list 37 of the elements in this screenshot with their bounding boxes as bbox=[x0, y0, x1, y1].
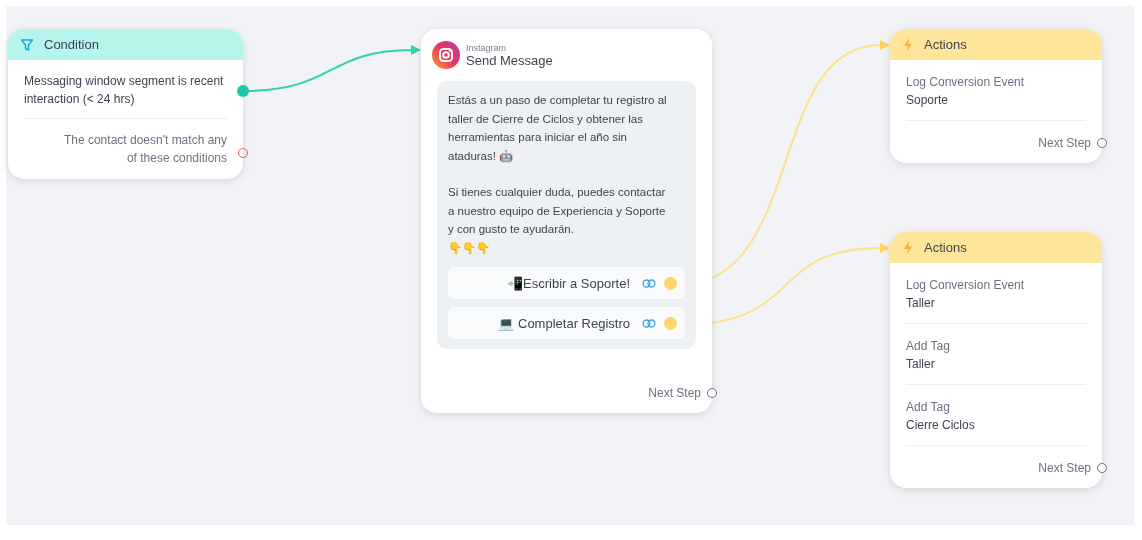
condition-text: The contact doesn't match any of these conditions bbox=[62, 132, 227, 167]
link-icon bbox=[642, 318, 656, 328]
message-text: Estás a un paso de completar tu registro al taller de Cierre de Ciclos y obtener las herramientas para iniciar el año sin ataduras! 🤖 bbox=[448, 93, 668, 164]
link-icon bbox=[642, 278, 656, 288]
filter-icon bbox=[20, 37, 34, 52]
channel-label: Instagram bbox=[466, 42, 508, 53]
node-title: Actions bbox=[924, 240, 967, 255]
quick-reply-button[interactable]: 📲Escribir a Soporte! bbox=[448, 267, 685, 299]
action-value: Soporte bbox=[906, 92, 950, 108]
node-title: Condition bbox=[44, 37, 99, 52]
action-label: Add Tag bbox=[906, 338, 951, 354]
next-step-label: Next Step bbox=[1038, 461, 1091, 475]
action-value: Cierre Ciclos bbox=[906, 417, 976, 433]
action-label: Log Conversion Event bbox=[906, 74, 1026, 90]
action-value: Taller bbox=[906, 295, 936, 311]
next-step-handle[interactable] bbox=[1097, 463, 1107, 473]
condition-node[interactable]: Condition Messaging window segment is recent interaction (< 24 hrs) The contact doesn't match any of these conditions bbox=[8, 29, 243, 179]
output-handle[interactable] bbox=[664, 316, 677, 330]
condition-text: Messaging window segment is recent interaction (< 24 hrs) bbox=[24, 73, 225, 108]
action-label: Log Conversion Event bbox=[906, 277, 1026, 293]
actions-node[interactable]: Actions Log Conversion Event Taller Add Tag Taller Add Tag Cierre Ciclos Next Step bbox=[890, 232, 1102, 488]
next-step-label: Next Step bbox=[1038, 136, 1091, 150]
message-text: Si tienes cualquier duda, puedes contactar a nuestro equipo de Experiencia y Soporte y con gusto te ayudarán. 👇👇👇 bbox=[448, 185, 667, 257]
lightning-icon bbox=[902, 239, 914, 256]
action-value: Taller bbox=[906, 356, 936, 372]
instagram-icon bbox=[432, 41, 460, 69]
output-handle[interactable] bbox=[664, 276, 677, 290]
next-step-handle[interactable] bbox=[707, 388, 717, 398]
next-step-handle[interactable] bbox=[1097, 138, 1107, 148]
node-title: Send Message bbox=[466, 52, 553, 68]
next-step-label: Next Step bbox=[648, 386, 701, 400]
message-node[interactable] bbox=[421, 29, 712, 413]
node-title: Actions bbox=[924, 37, 967, 52]
quick-reply-button[interactable]: 💻 Completar Registro bbox=[448, 307, 685, 339]
lightning-icon bbox=[902, 36, 914, 53]
action-label: Add Tag bbox=[906, 399, 951, 415]
actions-node[interactable]: Actions Log Conversion Event Soporte Next Step bbox=[890, 29, 1102, 163]
